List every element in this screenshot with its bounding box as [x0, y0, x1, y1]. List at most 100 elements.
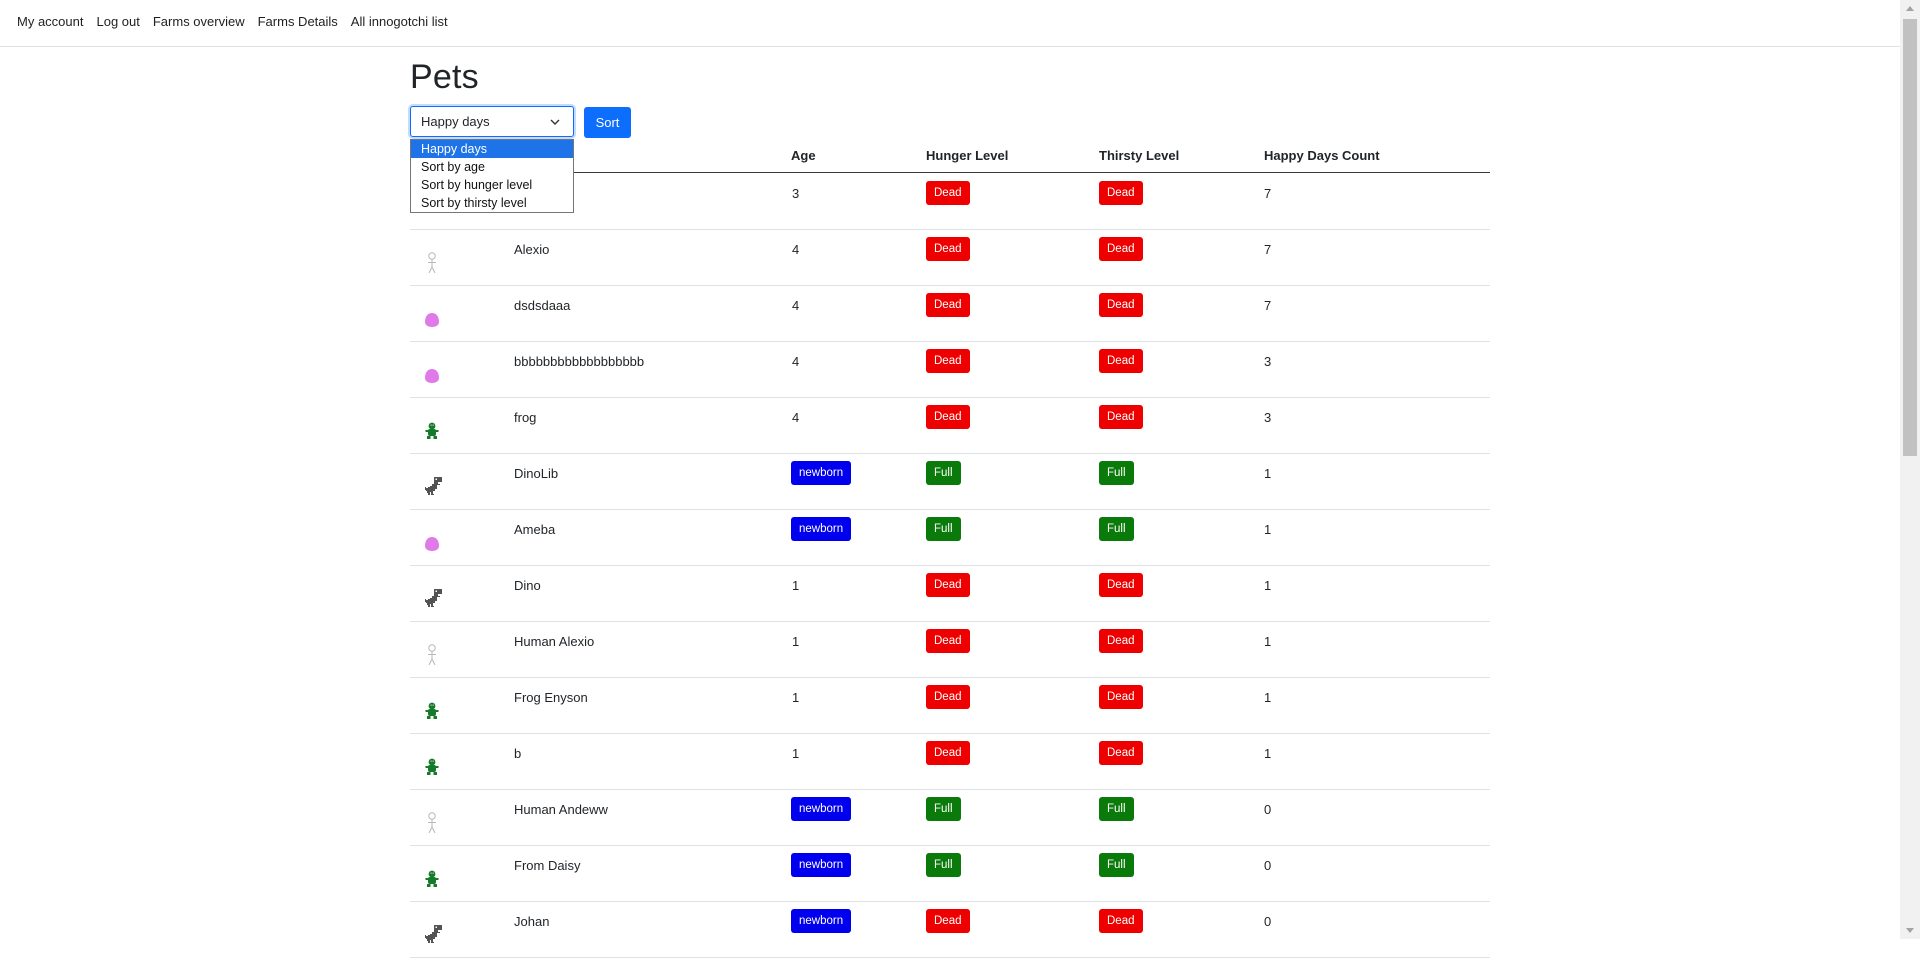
happy-days-count: 1 — [1264, 746, 1272, 761]
thirst-badge-dead: Dead — [1099, 909, 1143, 933]
hunger-badge-dead: Dead — [926, 909, 970, 933]
human-icon — [422, 251, 442, 275]
nav-all-innogotchi-list[interactable]: All innogotchi list — [351, 0, 448, 44]
happy-days-count: 1 — [1264, 466, 1272, 481]
hunger-badge-dead: Dead — [926, 629, 970, 653]
scroll-up-arrow-icon[interactable] — [1900, 0, 1920, 17]
page-scrollbar[interactable] — [1900, 0, 1920, 939]
happy-days-count: 0 — [1264, 914, 1272, 929]
age-badge-newborn: newborn — [791, 517, 852, 541]
dino-icon — [422, 923, 442, 947]
pet-age: 1 — [792, 746, 800, 761]
hunger-badge-dead: Dead — [926, 237, 970, 261]
thirst-badge-dead: Dead — [1099, 741, 1143, 765]
thirst-badge-full: Full — [1099, 517, 1134, 541]
happy-days-count: 3 — [1264, 354, 1272, 369]
table-row: Alexio 4 Dead Dead 7 — [410, 229, 1490, 286]
hunger-badge-dead: Dead — [926, 293, 970, 317]
hunger-badge-full: Full — [926, 797, 961, 821]
header-hunger-level: Hunger Level — [926, 148, 1009, 163]
pet-name: DinoLib — [514, 466, 559, 481]
table-row: Human Alexio 1 Dead Dead 1 — [410, 621, 1490, 678]
thirst-badge-dead: Dead — [1099, 237, 1143, 261]
pet-name: dsdsdaaa — [514, 298, 571, 313]
scroll-thumb[interactable] — [1903, 19, 1917, 456]
human-icon — [422, 811, 442, 835]
sort-option-happy-days[interactable]: Happy days — [411, 140, 573, 158]
table-row: Johan newborn Dead Dead 0 — [410, 901, 1490, 958]
hunger-badge-full: Full — [926, 461, 961, 485]
pet-name: Human Alexio — [514, 634, 595, 649]
table-row: DinoLib newborn Full Full 1 — [410, 453, 1490, 510]
table-row: Ameba newborn Full Full 1 — [410, 509, 1490, 566]
pet-age: 4 — [792, 354, 800, 369]
human-icon — [422, 643, 442, 667]
sort-option-age[interactable]: Sort by age — [411, 158, 573, 176]
pet-age: 1 — [792, 578, 800, 593]
hunger-badge-dead: Dead — [926, 405, 970, 429]
thirst-badge-dead: Dead — [1099, 349, 1143, 373]
age-badge-newborn: newborn — [791, 797, 852, 821]
hunger-badge-dead: Dead — [926, 349, 970, 373]
table-row: frog 4 Dead Dead 3 — [410, 397, 1490, 454]
happy-days-count: 7 — [1264, 242, 1272, 257]
thirst-badge-full: Full — [1099, 797, 1134, 821]
pet-name: Human Andeww — [514, 802, 608, 817]
frog-icon — [422, 699, 442, 723]
pet-age: 4 — [792, 410, 800, 425]
chevron-down-icon — [550, 119, 560, 125]
happy-days-count: 0 — [1264, 858, 1272, 873]
happy-days-count: 0 — [1264, 802, 1272, 817]
age-badge-newborn: newborn — [791, 461, 852, 485]
age-badge-newborn: newborn — [791, 853, 852, 877]
thirst-badge-dead: Dead — [1099, 573, 1143, 597]
sort-option-thirsty-level[interactable]: Sort by thirsty level — [411, 194, 573, 212]
blob-icon — [422, 531, 442, 555]
table-row: Human Andeww newborn Full Full 0 — [410, 789, 1490, 846]
thirst-badge-dead: Dead — [1099, 181, 1143, 205]
pet-age: 3 — [792, 186, 800, 201]
age-badge-newborn: newborn — [791, 909, 852, 933]
nav-log-out[interactable]: Log out — [96, 0, 139, 44]
sort-button[interactable]: Sort — [584, 107, 631, 138]
pet-age: 1 — [792, 690, 800, 705]
sort-option-hunger-level[interactable]: Sort by hunger level — [411, 176, 573, 194]
nav-farms-overview[interactable]: Farms overview — [153, 0, 245, 44]
table-row: From Daisy newborn Full Full 0 — [410, 845, 1490, 902]
thirst-badge-full: Full — [1099, 853, 1134, 877]
frog-icon — [422, 755, 442, 779]
header-age: Age — [791, 148, 816, 163]
scroll-down-arrow-icon[interactable] — [1900, 922, 1920, 939]
table-row: Frog Enyson 1 Dead Dead 1 — [410, 677, 1490, 734]
pet-name: Alexio — [514, 242, 550, 257]
dino-icon — [422, 587, 442, 611]
frog-icon — [422, 419, 442, 443]
pet-name: b — [514, 746, 522, 761]
table-row: dsdsdaaa 4 Dead Dead 7 — [410, 285, 1490, 342]
blob-icon — [422, 307, 442, 331]
hunger-badge-full: Full — [926, 517, 961, 541]
sort-select-value: Happy days — [421, 114, 490, 129]
hunger-badge-dead: Dead — [926, 573, 970, 597]
table-row: Dino 1 Dead Dead 1 — [410, 565, 1490, 622]
blob-icon — [422, 363, 442, 387]
nav-my-account[interactable]: My account — [17, 0, 83, 44]
thirst-badge-full: Full — [1099, 461, 1134, 485]
pet-name: Frog Enyson — [514, 690, 588, 705]
sort-dropdown-list: Happy days Sort by age Sort by hunger le… — [410, 139, 574, 213]
nav-farms-details[interactable]: Farms Details — [258, 0, 338, 44]
thirst-badge-dead: Dead — [1099, 685, 1143, 709]
pet-name: From Daisy — [514, 858, 581, 873]
happy-days-count: 1 — [1264, 522, 1272, 537]
pet-name: Johan — [514, 914, 550, 929]
hunger-badge-dead: Dead — [926, 685, 970, 709]
pet-age: 1 — [792, 634, 800, 649]
hunger-badge-dead: Dead — [926, 181, 970, 205]
sort-select[interactable]: Happy days — [410, 106, 574, 137]
table-row: b 1 Dead Dead 1 — [410, 733, 1490, 790]
hunger-badge-dead: Dead — [926, 741, 970, 765]
happy-days-count: 3 — [1264, 410, 1272, 425]
thirst-badge-dead: Dead — [1099, 405, 1143, 429]
thirst-badge-dead: Dead — [1099, 629, 1143, 653]
dino-icon — [422, 475, 442, 499]
